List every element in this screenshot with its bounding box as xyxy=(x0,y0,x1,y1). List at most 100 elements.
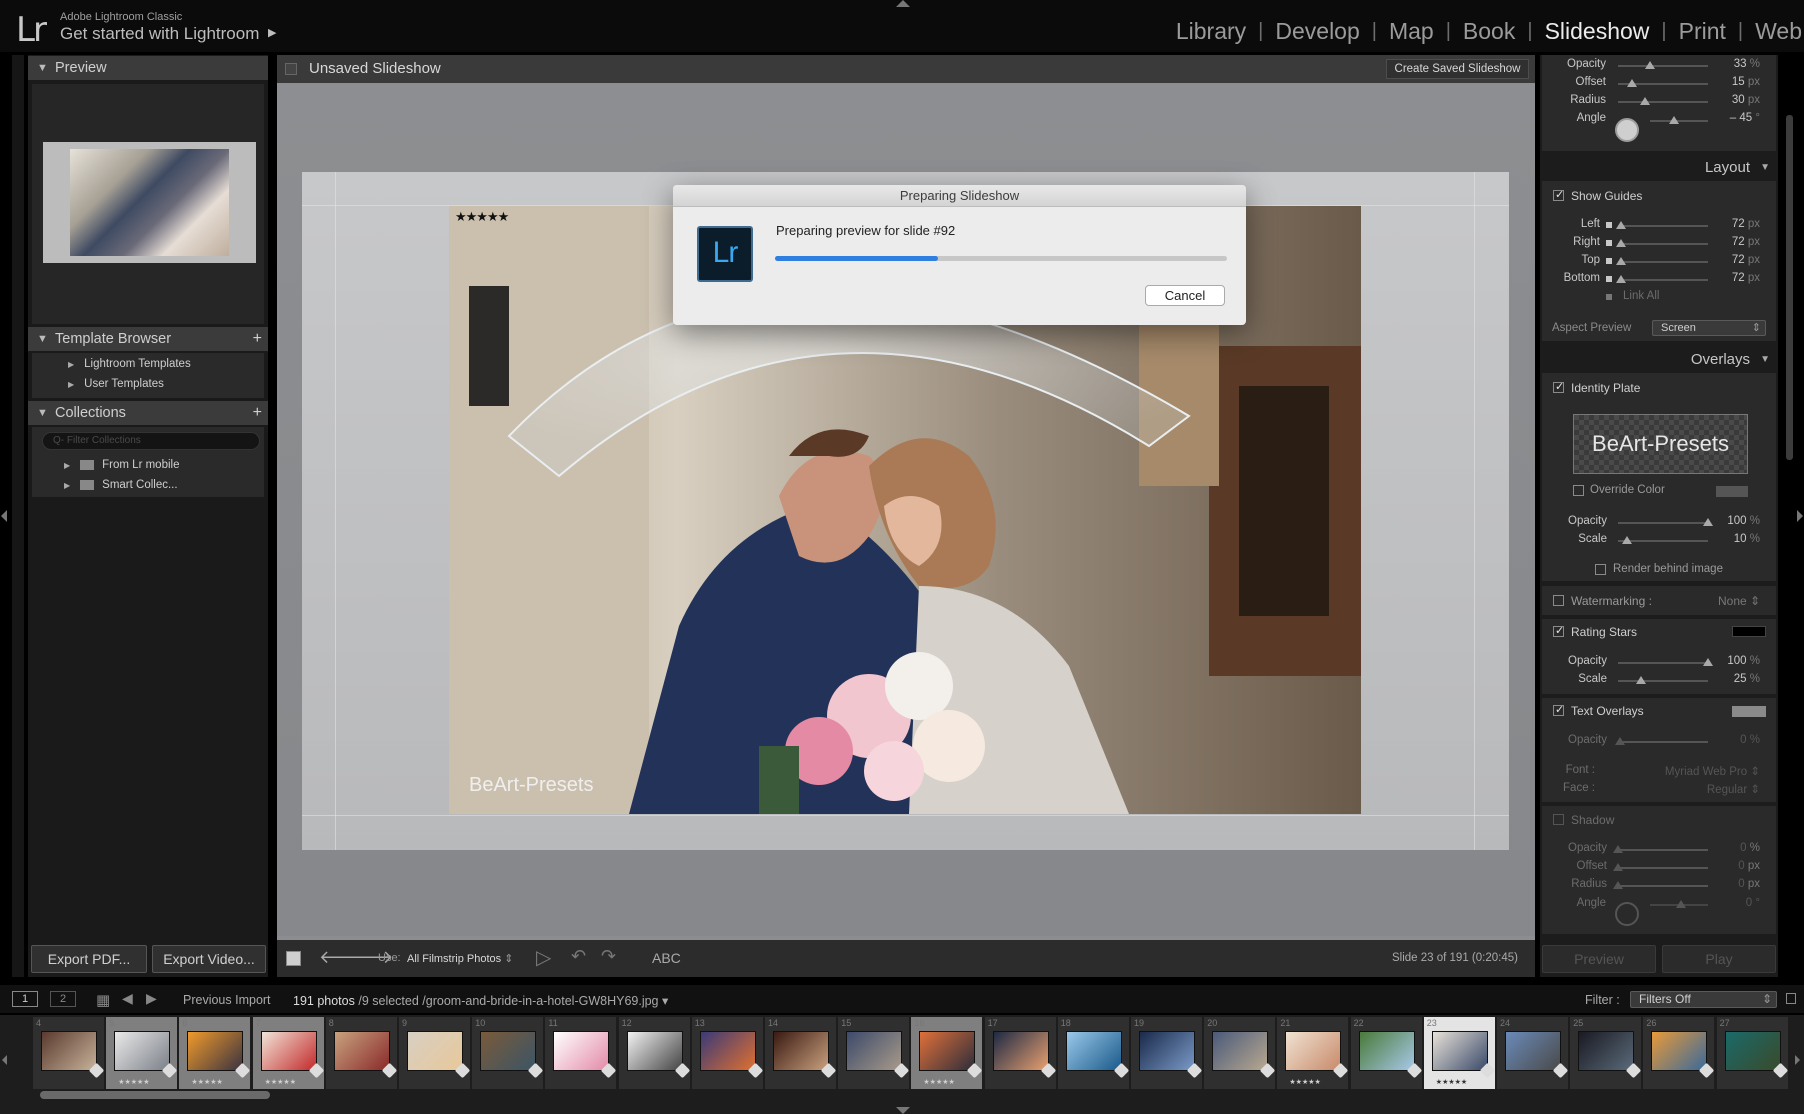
collapse-triangle-icon[interactable]: ▼ xyxy=(37,401,48,425)
slider-knob-icon[interactable] xyxy=(1635,676,1646,684)
slider-knob-icon[interactable] xyxy=(1615,257,1626,265)
use-source-select[interactable]: All Filmstrip Photos ⇕ xyxy=(407,952,513,965)
guide-left[interactable] xyxy=(335,172,336,850)
filmstrip-thumbnail[interactable]: 21 ★★★★★ xyxy=(1277,1017,1349,1089)
filmstrip-info[interactable]: 191 photos /9 selected /groom-and-bride-… xyxy=(293,993,668,1008)
filmstrip-thumbnail[interactable]: 18 xyxy=(1057,1017,1130,1089)
filmstrip-thumbnail[interactable]: 9 xyxy=(399,1017,471,1089)
stars-opacity-slider[interactable] xyxy=(1618,658,1713,666)
rating-stars-overlay[interactable]: ★★★★★ xyxy=(455,209,509,225)
add-collection-icon[interactable]: + xyxy=(253,401,262,425)
stars-scale-slider[interactable] xyxy=(1618,676,1708,684)
export-pdf-button[interactable]: Export PDF... xyxy=(31,945,147,973)
layout-right-value[interactable]: 72 px xyxy=(1712,236,1760,248)
stop-button[interactable] xyxy=(286,951,301,966)
link-all-indicator[interactable] xyxy=(1606,294,1612,300)
text-shadow-radius-value[interactable]: 0 px xyxy=(1712,878,1760,890)
filmstrip-thumbnail[interactable]: 22 xyxy=(1350,1017,1422,1089)
overlays-panel-header[interactable]: Overlays ▼ xyxy=(1540,347,1778,373)
slider-knob-icon[interactable] xyxy=(1669,116,1679,124)
slider-knob-icon[interactable] xyxy=(1626,79,1637,87)
override-color-checkbox[interactable] xyxy=(1573,485,1584,496)
show-guides-checkbox[interactable] xyxy=(1553,188,1564,201)
text-shadow-offset-value[interactable]: 0 px xyxy=(1712,860,1760,872)
layout-bottom-slider[interactable] xyxy=(1615,275,1708,283)
left-edge-strip[interactable] xyxy=(12,55,24,977)
collapse-triangle-icon[interactable]: ▼ xyxy=(1760,347,1770,373)
filmstrip-thumbnail[interactable]: 4 xyxy=(33,1017,105,1089)
shadow-angle-slider[interactable] xyxy=(1650,116,1708,124)
slider-knob-icon[interactable] xyxy=(1622,536,1632,544)
slider-knob-icon[interactable] xyxy=(1613,881,1623,889)
identity-plate-overlay[interactable]: BeArt-Presets xyxy=(469,774,593,797)
filmstrip-thumbnail[interactable]: 6 ★★★★★ xyxy=(179,1017,251,1089)
drop-shadow-offset-value[interactable]: 15 px xyxy=(1712,76,1760,88)
filmstrip-thumbnail[interactable]: 12 xyxy=(618,1017,690,1089)
secondary-window-button[interactable]: 2 xyxy=(50,991,76,1007)
filmstrip-thumbnail[interactable]: 16 ★★★★★ xyxy=(911,1017,983,1089)
text-overlays-checkbox[interactable] xyxy=(1553,703,1564,716)
aspect-preview-select[interactable]: Screen ⇕ xyxy=(1652,320,1766,336)
filmstrip-thumbnail[interactable]: 14 xyxy=(765,1017,837,1089)
filmstrip-thumbnail[interactable]: 26 xyxy=(1643,1017,1715,1089)
collapse-triangle-icon[interactable]: ▼ xyxy=(1760,155,1770,181)
filmstrip-scroll-left-icon[interactable] xyxy=(2,1055,7,1065)
render-behind-image-checkbox[interactable] xyxy=(1595,564,1606,575)
identity-plate-text[interactable]: Get started with Lightroom xyxy=(60,24,259,44)
cancel-button[interactable]: Cancel xyxy=(1145,285,1225,306)
layout-top-slider[interactable] xyxy=(1615,257,1708,265)
slider-knob-icon[interactable] xyxy=(1615,239,1626,247)
layout-left-value[interactable]: 72 px xyxy=(1712,218,1760,230)
stars-scale-value[interactable]: 25 % xyxy=(1712,673,1760,685)
identity-opacity-value[interactable]: 100 % xyxy=(1712,515,1760,527)
template-browser-header[interactable]: ▼ Template Browser + xyxy=(28,327,268,351)
filmstrip-thumbnail[interactable]: 25 xyxy=(1570,1017,1642,1089)
forward-arrow-icon[interactable]: ▶ xyxy=(146,990,157,1007)
identity-plate-checkbox[interactable] xyxy=(1553,380,1564,393)
identity-opacity-slider[interactable] xyxy=(1618,518,1713,526)
add-text-overlay-button[interactable]: ABC xyxy=(652,950,681,966)
drop-shadow-opacity-value[interactable]: 33 % xyxy=(1712,58,1760,70)
slider-knob-icon[interactable] xyxy=(1644,61,1655,69)
shadow-angle-value[interactable]: – 45 ° xyxy=(1712,112,1760,124)
override-color-swatch[interactable] xyxy=(1716,486,1748,497)
layout-left-slider[interactable] xyxy=(1615,221,1708,229)
identity-scale-value[interactable]: 10 % xyxy=(1712,533,1760,545)
shadow-angle-dial[interactable] xyxy=(1615,902,1639,926)
guide-bottom[interactable] xyxy=(302,815,1509,816)
font-select[interactable]: Myriad Web Pro ⇕ xyxy=(1640,764,1760,778)
preview-play-icon[interactable]: ▷ xyxy=(536,945,551,970)
text-shadow-opacity-slider[interactable] xyxy=(1613,845,1708,853)
text-opacity-slider[interactable] xyxy=(1615,737,1708,745)
collections-header[interactable]: ▼ Collections + xyxy=(28,401,268,425)
filmstrip-thumbnail[interactable]: 19 xyxy=(1131,1017,1203,1089)
rotate-left-icon[interactable]: ↶ xyxy=(571,946,586,967)
text-shadow-opacity-value[interactable]: 0 % xyxy=(1712,842,1760,854)
module-develop[interactable]: Develop xyxy=(1263,18,1371,45)
main-window-button[interactable]: 1 xyxy=(12,991,38,1007)
drop-shadow-radius-value[interactable]: 30 px xyxy=(1712,94,1760,106)
face-select[interactable]: Regular ⇕ xyxy=(1640,782,1760,796)
expand-triangle-icon[interactable]: ▶ xyxy=(64,481,70,490)
export-video-button[interactable]: Export Video... xyxy=(152,945,266,973)
slider-knob-icon[interactable] xyxy=(1615,275,1626,283)
rotate-right-icon[interactable]: ↷ xyxy=(601,946,616,967)
module-web[interactable]: Web xyxy=(1743,18,1804,45)
lock-margin-indicator[interactable] xyxy=(1606,276,1612,282)
identity-plate-preview[interactable]: BeArt-Presets xyxy=(1573,414,1748,474)
filmstrip-thumbnail[interactable]: 27 xyxy=(1716,1017,1788,1089)
filmstrip-thumbnail[interactable]: 10 xyxy=(472,1017,544,1089)
collapse-triangle-icon[interactable]: ▼ xyxy=(37,56,48,80)
identity-arrow-icon[interactable]: ▶ xyxy=(268,26,276,39)
filmstrip-scrollbar[interactable] xyxy=(40,1091,270,1099)
guide-right[interactable] xyxy=(1474,172,1475,850)
filmstrip-thumbnail[interactable]: 15 xyxy=(838,1017,910,1089)
slider-knob-icon[interactable] xyxy=(1613,863,1623,871)
module-library[interactable]: Library xyxy=(1164,18,1258,45)
drop-shadow-offset-slider[interactable] xyxy=(1618,79,1708,87)
back-arrow-icon[interactable]: ◀ xyxy=(122,990,133,1007)
template-folder-user[interactable]: ▶ User Templates xyxy=(68,378,164,390)
expand-triangle-icon[interactable]: ▶ xyxy=(64,461,70,470)
filmstrip-thumbnail[interactable]: 7 ★★★★★ xyxy=(252,1017,324,1089)
expand-triangle-icon[interactable]: ▶ xyxy=(68,360,74,369)
